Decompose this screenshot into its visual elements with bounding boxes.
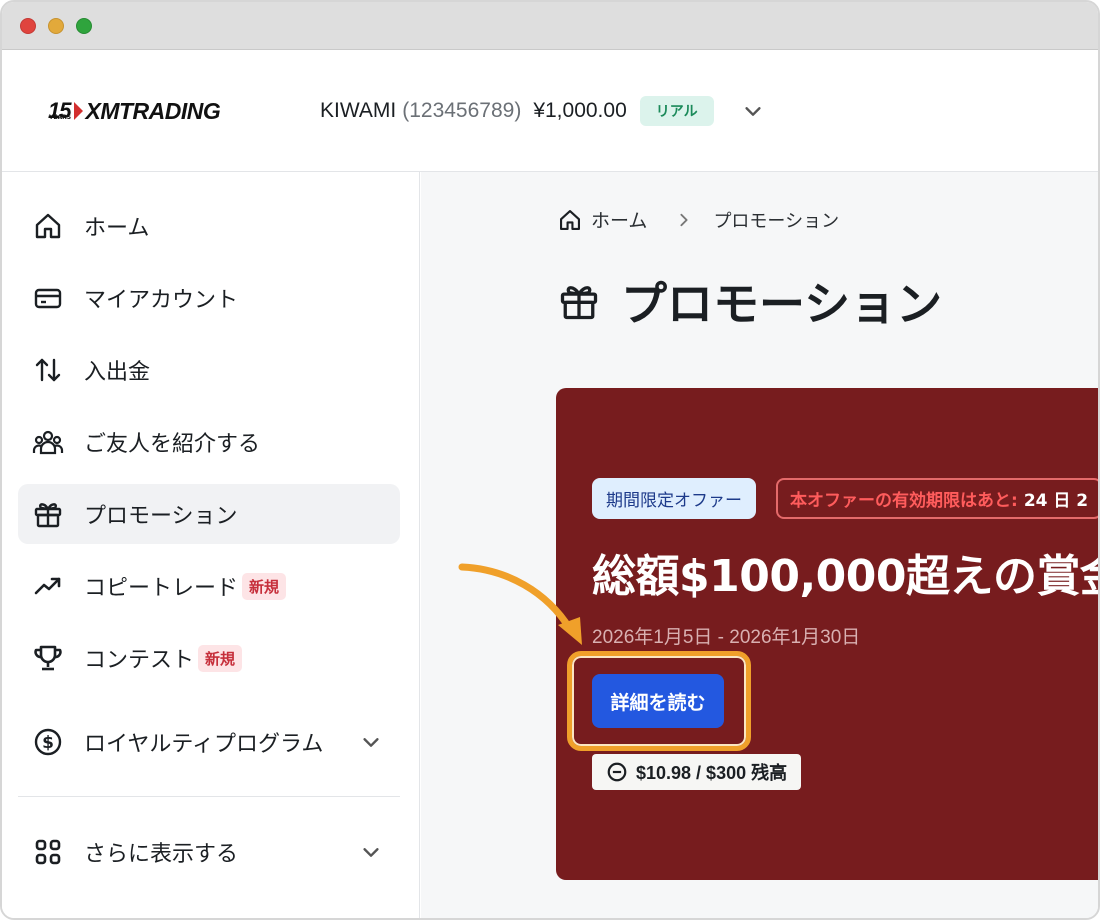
close-window-button[interactable] [20,18,36,34]
zoom-window-button[interactable] [76,18,92,34]
sidebar-divider [18,796,400,797]
gift-icon [34,503,62,528]
sidebar-item-copy-trade[interactable]: コピートレード 新規 [18,556,400,616]
home-icon[interactable] [557,207,583,233]
trend-up-icon [34,577,61,595]
logo-chevron-icon [74,102,84,120]
top-header: 15 YEARS XMTRADING KIWAMI (123456789) ¥1… [2,50,1098,172]
promo-dates: 2026年1月5日 - 2026年1月30日 [592,627,861,648]
account-switcher[interactable]: KIWAMI (123456789) ¥1,000.00 リアル [320,94,764,128]
sidebar: ホーム マイアカウント 入出金 ご友人を紹介する プロモーション コピートレード… [2,172,420,918]
sidebar-item-deposit-withdraw[interactable]: 入出金 [18,340,400,400]
page-title: プロモーション [557,268,942,334]
copy-trade-label: コピートレード [84,576,239,601]
sidebar-item-label: コピートレード 新規 [84,570,287,602]
people-icon [32,430,64,455]
dollar-coin-icon: $ [34,728,62,756]
sidebar-item-loyalty-program[interactable]: $ ロイヤルティプログラム [18,712,400,772]
sidebar-item-label: ロイヤルティプログラム [84,732,324,757]
breadcrumb-home-link[interactable]: ホーム [591,206,647,233]
account-balance: ¥1,000.00 [533,99,627,122]
title-bar [2,2,1098,50]
new-badge: 新規 [198,644,243,672]
account-type-badge: リアル [639,96,714,126]
main-content: ホーム プロモーション プロモーション 期間限定オファー 本オファーの有効期限は… [421,172,1100,918]
chevron-down-icon[interactable] [742,100,764,122]
offer-timer-chip: 本オファーの有効期限はあと: 24 日 2 [776,478,1098,519]
card-icon [34,288,62,309]
home-icon [35,213,61,239]
transfer-arrows-icon [35,358,61,382]
sidebar-item-my-account[interactable]: マイアカウント [18,268,400,328]
sidebar-item-label: さらに表示する [84,842,239,867]
sidebar-item-refer-friends[interactable]: ご友人を紹介する [18,412,400,472]
balance-progress-chip: $10.98 / $300 残高 [592,754,802,790]
grid-icon [35,839,61,865]
sidebar-item-home[interactable]: ホーム [18,196,400,256]
account-name: KIWAMI [320,99,397,122]
chevron-down-icon[interactable] [360,731,382,753]
svg-text:$: $ [42,733,54,753]
breadcrumb: ホーム プロモーション [557,206,839,233]
minus-circle-icon [607,762,627,782]
page-title-text: プロモーション [621,277,943,331]
chevron-right-icon [680,213,689,226]
chevron-down-icon[interactable] [360,841,382,863]
timer-label: 本オファーの有効期限はあと: [790,491,1018,511]
sidebar-item-promotions[interactable]: プロモーション [18,484,400,544]
breadcrumb-current: プロモーション [713,210,840,232]
sidebar-item-label: コンテスト 新規 [84,642,243,674]
new-badge: 新規 [242,572,287,600]
minimize-window-button[interactable] [48,18,64,34]
logo-years-text: YEARS [49,114,72,121]
sidebar-item-contest[interactable]: コンテスト 新規 [18,628,400,688]
gift-icon [560,286,598,320]
sidebar-item-show-more[interactable]: さらに表示する [18,822,400,882]
promo-headline: 総額$100,000超えの賞金 [592,551,1100,602]
trophy-icon [34,645,62,671]
browser-window: 15 YEARS XMTRADING KIWAMI (123456789) ¥1… [0,0,1100,920]
logo-brand-text: XMTRADING [85,97,221,124]
limited-offer-chip: 期間限定オファー [592,478,756,519]
sidebar-item-label: 入出金 [84,360,151,385]
sidebar-item-label: ご友人を紹介する [84,432,261,457]
contest-label: コンテスト [84,648,195,673]
read-more-button[interactable]: 詳細を読む [592,674,724,728]
account-number: (123456789) [402,99,522,122]
promo-card: 期間限定オファー 本オファーの有効期限はあと: 24 日 2 総額$100,000… [556,388,1100,880]
sidebar-item-label: ホーム [84,216,150,241]
balance-text: $10.98 / $300 残高 [636,763,788,783]
timer-days: 24 日 2 [1023,491,1089,511]
sidebar-item-label: マイアカウント [84,288,239,313]
sidebar-item-label: プロモーション [84,504,238,529]
xm-logo[interactable]: 15 YEARS XMTRADING [48,94,221,128]
